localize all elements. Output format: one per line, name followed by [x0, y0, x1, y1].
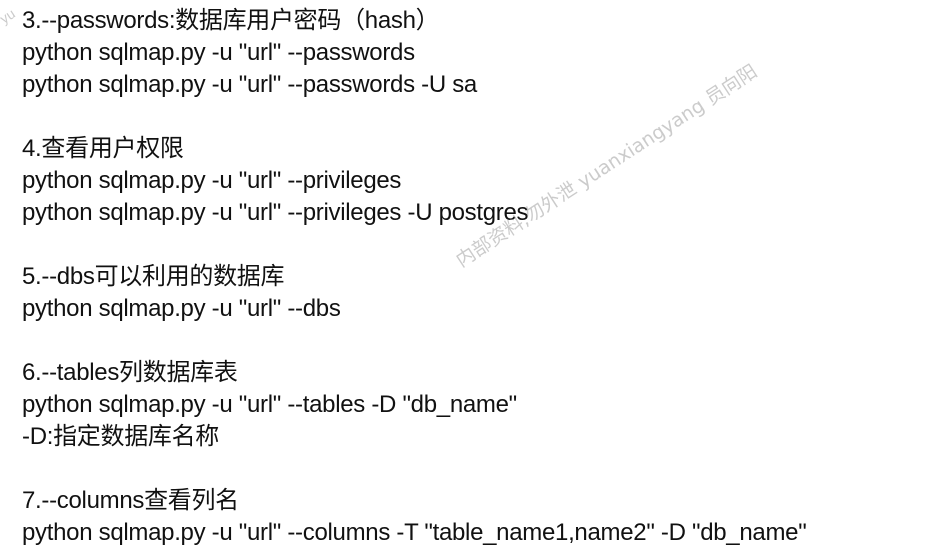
corner-watermark: yu: [0, 5, 18, 27]
section-dbs: 5.--dbs可以利用的数据库 python sqlmap.py -u "url…: [22, 261, 922, 325]
section-passwords: 3.--passwords:数据库用户密码（hash） python sqlma…: [22, 5, 922, 101]
command-line: python sqlmap.py -u "url" --passwords: [22, 39, 415, 66]
section-tables: 6.--tables列数据库表 python sqlmap.py -u "url…: [22, 357, 922, 453]
section-heading: 7.--columns查看列名: [22, 487, 239, 514]
section-heading: 4.查看用户权限: [22, 135, 184, 162]
document-body: 3.--passwords:数据库用户密码（hash） python sqlma…: [22, 5, 922, 549]
command-line: python sqlmap.py -u "url" --tables -D "d…: [22, 391, 517, 418]
command-line: python sqlmap.py -u "url" --privileges: [22, 167, 402, 194]
command-line: python sqlmap.py -u "url" --columns -T "…: [22, 519, 807, 546]
section-privileges: 4.查看用户权限 python sqlmap.py -u "url" --pri…: [22, 133, 922, 229]
command-line: python sqlmap.py -u "url" --passwords -U…: [22, 71, 477, 98]
command-line: python sqlmap.py -u "url" --privileges -…: [22, 199, 529, 226]
section-heading: 3.--passwords:数据库用户密码（hash）: [22, 7, 440, 34]
section-heading: 6.--tables列数据库表: [22, 359, 238, 386]
command-note: -D:指定数据库名称: [22, 423, 219, 450]
section-columns: 7.--columns查看列名 python sqlmap.py -u "url…: [22, 485, 922, 549]
command-line: python sqlmap.py -u "url" --dbs: [22, 295, 341, 322]
